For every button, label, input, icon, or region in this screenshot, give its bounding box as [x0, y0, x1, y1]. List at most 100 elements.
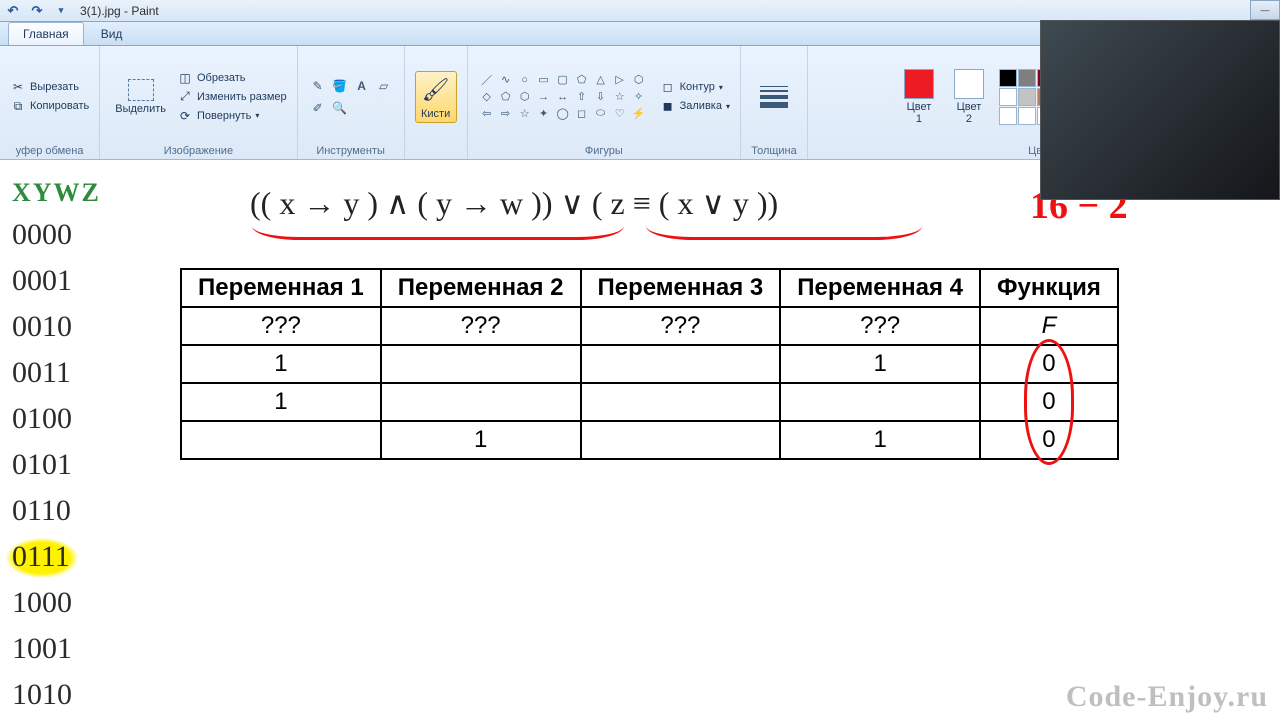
undo-icon[interactable]: ↶	[4, 2, 22, 20]
table-cell: 0	[980, 345, 1118, 383]
palette-swatch-empty[interactable]	[999, 107, 1017, 125]
window-title: 3(1).jpg - Paint	[80, 4, 159, 18]
watermark: Code-Enjoy.ru	[1066, 680, 1268, 714]
outline-icon: ◻	[660, 79, 676, 95]
fill-button[interactable]: ◼Заливка ▾	[660, 98, 730, 114]
truth-table: Переменная 1Переменная 2Переменная 3Пере…	[180, 268, 1119, 460]
group-brushes: 🖌 Кисти	[405, 46, 468, 159]
binary-row: 0100	[12, 396, 101, 442]
minimize-button[interactable]: —	[1250, 0, 1280, 20]
shapes-gallery[interactable]: ／∿○▭▢⬠△▷⬡ ◇⬠⬡→↔⇧⇩☆✧ ⇦⇨☆✦◯◻⬭♡⚡	[478, 72, 648, 122]
table-cell: 1	[780, 421, 980, 459]
brush-icon: 🖌	[420, 74, 452, 106]
palette-swatch-empty[interactable]	[1018, 107, 1036, 125]
pencil-icon[interactable]: ✎	[308, 76, 328, 96]
binary-row: 1010	[12, 672, 101, 718]
table-header: Переменная 2	[381, 269, 581, 307]
group-thickness-label: Толщина	[751, 143, 797, 157]
binary-row: 0111	[12, 534, 70, 580]
binary-row: 1000	[12, 580, 101, 626]
table-cell	[780, 383, 980, 421]
select-button[interactable]: Выделить	[110, 76, 171, 118]
color1-label: Цвет 1	[907, 101, 932, 125]
group-image: Выделить ◫Обрезать ⤢Изменить размер ⟳ Пов…	[100, 46, 297, 159]
group-shapes: ／∿○▭▢⬠△▷⬡ ◇⬠⬡→↔⇧⇩☆✧ ⇦⇨☆✦◯◻⬭♡⚡ ◻Контур ▾ …	[468, 46, 741, 159]
table-cell: 0	[980, 383, 1118, 421]
bucket-icon[interactable]: 🪣	[330, 76, 350, 96]
group-clipboard-label: уфер обмена	[16, 143, 84, 157]
tools-grid: ✎ 🪣 A ▱ ✐ 🔍	[308, 76, 394, 118]
resize-button[interactable]: ⤢Изменить размер	[177, 89, 287, 105]
table-cell: ???	[181, 307, 381, 345]
table-cell: F	[980, 307, 1118, 345]
binary-row: 0000	[12, 212, 101, 258]
table-cell: ???	[780, 307, 980, 345]
table-cell	[181, 421, 381, 459]
table-cell: 1	[381, 421, 581, 459]
outline-button[interactable]: ◻Контур ▾	[660, 79, 723, 95]
rotate-icon: ⟳	[177, 108, 193, 124]
red-underline-2	[646, 226, 922, 240]
table-row: ????????????F	[181, 307, 1118, 345]
table-cell	[381, 345, 581, 383]
binary-row: 1001	[12, 626, 101, 672]
group-shapes-label: Фигуры	[585, 143, 623, 157]
group-thickness: Толщина	[741, 46, 808, 159]
copy-button[interactable]: ⧉ Копировать	[10, 98, 89, 114]
table-cell	[581, 383, 781, 421]
table-cell	[581, 345, 781, 383]
table-cell: 1	[181, 383, 381, 421]
palette-swatch[interactable]	[999, 88, 1017, 106]
qat-dropdown-icon[interactable]: ▾	[52, 2, 70, 20]
rotate-button[interactable]: ⟳Повернуть ▾	[177, 108, 259, 124]
copy-label: Копировать	[30, 100, 89, 112]
copy-icon: ⧉	[10, 98, 26, 114]
group-image-label: Изображение	[164, 143, 233, 157]
select-label: Выделить	[115, 103, 166, 115]
magnifier-icon[interactable]: 🔍	[330, 98, 350, 118]
binary-row: 0001	[12, 258, 101, 304]
table-row: 110	[181, 421, 1118, 459]
fill-icon: ◼	[660, 98, 676, 114]
outline-label: Контур	[680, 81, 715, 93]
color1-swatch	[904, 69, 934, 99]
fill-label: Заливка	[680, 100, 722, 112]
tab-view[interactable]: Вид	[86, 22, 138, 45]
redo-icon[interactable]: ↷	[28, 2, 46, 20]
group-tools-label: Инструменты	[316, 143, 385, 157]
crop-button[interactable]: ◫Обрезать	[177, 70, 246, 86]
table-cell: 0	[980, 421, 1118, 459]
thickness-button[interactable]	[751, 83, 797, 111]
palette-swatch[interactable]	[1018, 69, 1036, 87]
table-header: Функция	[980, 269, 1118, 307]
tab-home[interactable]: Главная	[8, 22, 84, 45]
text-icon[interactable]: A	[352, 76, 372, 96]
titlebar: ↶ ↷ ▾ 3(1).jpg - Paint —	[0, 0, 1280, 22]
table-row: 10	[181, 383, 1118, 421]
webcam-overlay	[1040, 20, 1280, 200]
table-cell: ???	[381, 307, 581, 345]
binary-row: 0110	[12, 488, 101, 534]
eraser-icon[interactable]: ▱	[374, 76, 394, 96]
thickness-icon	[756, 86, 792, 108]
resize-label: Изменить размер	[197, 91, 287, 103]
brushes-button[interactable]: 🖌 Кисти	[415, 71, 457, 123]
table-cell	[381, 383, 581, 421]
table-cell: 1	[181, 345, 381, 383]
rotate-label: Повернуть	[197, 110, 251, 122]
palette-swatch[interactable]	[999, 69, 1017, 87]
binary-row: 0010	[12, 304, 101, 350]
palette-swatch[interactable]	[1018, 88, 1036, 106]
logic-formula: (( x → y ) ∧ ( y → w )) ∨ ( z ≡ ( x ∨ y …	[250, 184, 778, 222]
crop-label: Обрезать	[197, 72, 246, 84]
cut-button[interactable]: ✂Вырезать	[10, 79, 79, 95]
table-header: Переменная 1	[181, 269, 381, 307]
binary-list: XYWZ 00000001001000110100010101100111100…	[12, 170, 101, 718]
table-header: Переменная 4	[780, 269, 980, 307]
color1-button[interactable]: Цвет 1	[899, 66, 939, 128]
group-tools: ✎ 🪣 A ▱ ✐ 🔍 Инструменты	[298, 46, 405, 159]
picker-icon[interactable]: ✐	[308, 98, 328, 118]
color2-button[interactable]: Цвет 2	[949, 66, 989, 128]
binary-header: XYWZ	[12, 170, 101, 216]
brushes-label: Кисти	[421, 108, 450, 120]
